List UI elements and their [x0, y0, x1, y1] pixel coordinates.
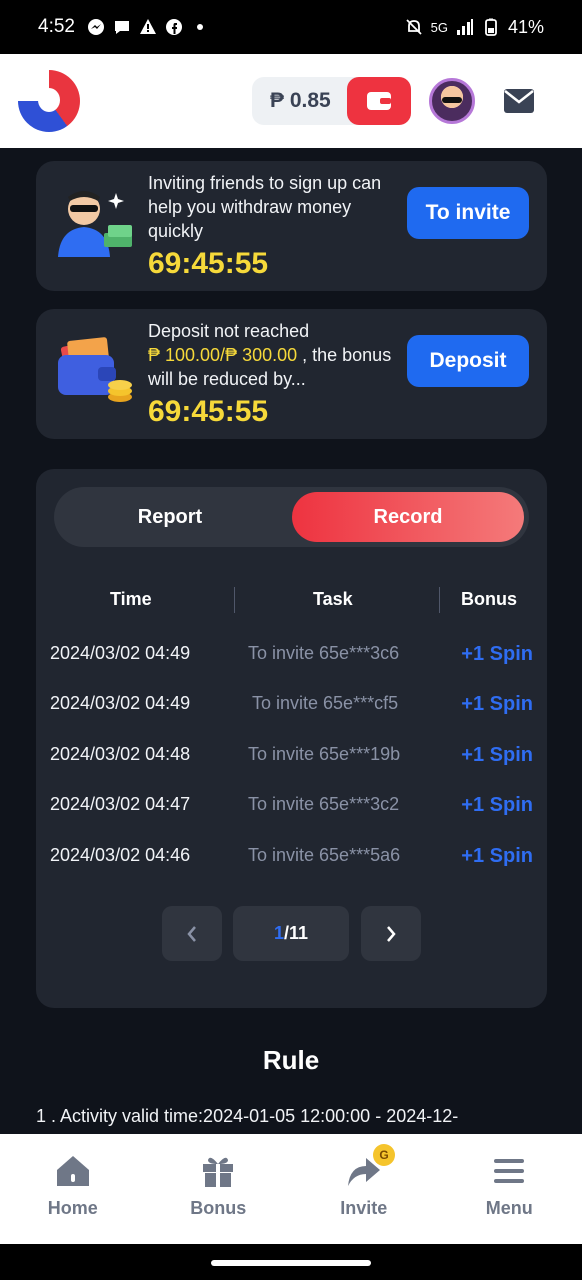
balance-amount: ₱ 0.85: [270, 89, 331, 112]
deposit-text-line1: Deposit not reached: [148, 321, 310, 341]
to-invite-button[interactable]: To invite: [407, 187, 529, 239]
status-time: 4:52: [38, 16, 75, 37]
row-task: To invite 65e***5a6: [248, 845, 401, 865]
nav-bonus-label: Bonus: [190, 1198, 247, 1218]
home-indicator[interactable]: [211, 1260, 371, 1266]
tab-report[interactable]: Report: [54, 492, 286, 542]
row-bonus: +1 Spin: [461, 845, 533, 867]
battery-level: 41%: [507, 16, 544, 37]
network-type: 5G: [430, 19, 448, 35]
invite-badge: G: [373, 1144, 395, 1166]
table-row: 2024/03/02 04:46 To invite 65e***5a6 +1 …: [36, 845, 547, 875]
row-time: 2024/03/02 04:47: [50, 794, 191, 814]
invite-banner-text: Inviting friends to sign up can help you…: [148, 173, 382, 241]
battery-icon: [485, 18, 497, 36]
row-task: To invite 65e***19b: [248, 744, 401, 764]
table-row: 2024/03/02 04:48 To invite 65e***19b +1 …: [36, 744, 547, 774]
row-bonus: +1 Spin: [461, 744, 533, 766]
tab-record[interactable]: Record: [292, 492, 524, 542]
deposit-banner-text: Deposit not reached ₱ 100.00/₱ 300.00 , …: [148, 319, 398, 391]
system-icons: 5G 41%: [405, 17, 544, 38]
status-bar: 4:52 5G 41%: [0, 0, 582, 54]
deposit-countdown: 69:45:55: [148, 395, 269, 428]
warning-icon: [139, 19, 156, 34]
col-bonus: Bonus: [461, 589, 517, 609]
current-page: 1: [273, 923, 284, 943]
home-icon: [56, 1156, 89, 1186]
rule-text: 1 . Activity valid time:2024-01-05 12:00…: [36, 1106, 459, 1126]
row-time: 2024/03/02 04:49: [50, 693, 191, 713]
nav-home[interactable]: Home: [0, 1134, 146, 1244]
table-row: 2024/03/02 04:47 To invite 65e***3c2 +1 …: [36, 794, 547, 824]
nav-invite[interactable]: G Invite: [291, 1134, 437, 1244]
bottom-nav: Home Bonus G Invite Menu: [0, 1134, 582, 1244]
row-time: 2024/03/02 04:49: [50, 643, 191, 663]
nav-bonus[interactable]: Bonus: [146, 1134, 292, 1244]
record-panel: Report Record Time Task Bonus 2024/03/02…: [36, 469, 547, 1008]
chevron-right-icon: [387, 925, 396, 942]
tab-switcher: Report Record: [54, 487, 529, 547]
table-row: 2024/03/02 04:49 To invite 65e***cf5 +1 …: [36, 693, 547, 723]
header-divider: [439, 587, 440, 613]
col-time: Time: [110, 589, 152, 609]
row-bonus: +1 Spin: [461, 643, 533, 665]
facebook-icon: [165, 19, 182, 35]
chevron-left-icon: [187, 925, 196, 942]
nav-menu-label: Menu: [485, 1198, 533, 1218]
signal-icon: [456, 19, 473, 35]
row-task: To invite 65e***3c6: [248, 643, 400, 663]
deposit-button[interactable]: Deposit: [407, 335, 529, 387]
row-task: To invite 65e***cf5: [252, 693, 399, 713]
balance-box: ₱ 0.85: [252, 77, 411, 125]
row-time: 2024/03/02 04:46: [50, 845, 191, 865]
user-avatar[interactable]: [428, 78, 475, 124]
table-row: 2024/03/02 04:49 To invite 65e***3c6 +1 …: [36, 643, 547, 673]
header-divider: [234, 587, 235, 613]
messenger-icon: [87, 19, 104, 35]
deposit-banner: Deposit not reached ₱ 100.00/₱ 300.00 , …: [36, 309, 547, 439]
row-time: 2024/03/02 04:48: [50, 744, 191, 764]
row-task: To invite 65e***3c2: [248, 794, 400, 814]
invite-banner: Inviting friends to sign up can help you…: [36, 161, 547, 291]
app-logo[interactable]: [18, 70, 80, 132]
page-indicator: 1/11: [233, 906, 349, 961]
total-pages: /11: [283, 923, 309, 943]
row-bonus: +1 Spin: [461, 693, 533, 715]
next-page-button[interactable]: [361, 906, 421, 961]
mail-icon[interactable]: [503, 88, 535, 114]
deposit-progress-amount: ₱ 100.00/₱ 300.00: [148, 345, 298, 365]
nav-invite-label: Invite: [340, 1198, 388, 1218]
wallet-coins-icon: [58, 337, 132, 402]
menu-icon: [494, 1159, 525, 1183]
wallet-button[interactable]: [346, 77, 411, 125]
col-task: Task: [313, 589, 353, 609]
wallet-icon: [366, 92, 391, 110]
app-header: ₱ 0.85: [0, 54, 582, 148]
rule-title: Rule: [262, 1045, 320, 1075]
notification-icons: [87, 18, 209, 36]
gesture-bar: [0, 1244, 582, 1280]
invite-character-icon: [58, 191, 132, 257]
mute-icon: [405, 19, 422, 35]
dot-icon: [196, 24, 203, 30]
chat-icon: [114, 21, 129, 34]
row-bonus: +1 Spin: [461, 794, 533, 816]
nav-menu[interactable]: Menu: [437, 1134, 582, 1244]
prev-page-button[interactable]: [162, 906, 222, 961]
nav-home-label: Home: [47, 1198, 98, 1218]
table-header: Time Task Bonus: [36, 587, 547, 613]
gift-icon: [203, 1157, 234, 1187]
invite-countdown: 69:45:55: [148, 247, 269, 280]
